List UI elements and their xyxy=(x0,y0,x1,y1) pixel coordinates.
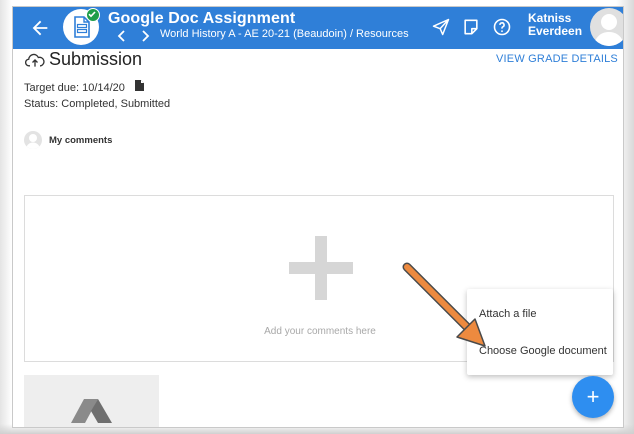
avatar[interactable] xyxy=(590,8,623,46)
page-title: Google Doc Assignment xyxy=(108,10,296,27)
add-comment-plus-icon-bar xyxy=(289,262,353,274)
file-icon xyxy=(135,80,144,91)
help-icon[interactable] xyxy=(492,17,512,37)
note-icon[interactable] xyxy=(461,17,481,37)
top-bar: Google Doc Assignment World History A - … xyxy=(13,7,623,49)
chevron-left-icon[interactable] xyxy=(116,29,128,43)
send-icon[interactable] xyxy=(431,17,451,37)
user-last-name: Everdeen xyxy=(528,24,583,38)
chevron-right-icon[interactable] xyxy=(139,29,151,43)
attachment-card[interactable] xyxy=(24,375,159,427)
submission-title: Submission xyxy=(49,49,143,69)
annotation-arrow xyxy=(402,262,486,347)
user-avatar-icon xyxy=(26,134,40,149)
add-fab-button[interactable]: + xyxy=(572,376,614,418)
back-arrow-icon[interactable] xyxy=(29,17,51,39)
cloud-upload-icon xyxy=(25,53,45,67)
app-window: Google Doc Assignment World History A - … xyxy=(12,6,624,428)
my-comments-label: My comments xyxy=(49,135,113,146)
menu-item-choose-google-document[interactable]: Choose Google document xyxy=(479,345,607,357)
screenshot-frame: Google Doc Assignment World History A - … xyxy=(0,0,634,434)
google-drive-icon xyxy=(71,399,112,423)
completed-check-icon xyxy=(86,8,100,22)
submission-status: Status: Completed, Submitted xyxy=(24,98,171,110)
view-grade-details-link[interactable]: VIEW GRADE DETAILS xyxy=(496,53,618,65)
user-name[interactable]: Katniss Everdeen xyxy=(528,12,582,38)
target-due: Target due: 10/14/20 xyxy=(24,82,125,94)
user-avatar-icon xyxy=(594,14,623,46)
comment-avatar xyxy=(24,131,42,149)
breadcrumb[interactable]: World History A - AE 20-21 (Beaudoin) / … xyxy=(160,28,409,40)
frame-shadow-left xyxy=(0,0,12,434)
